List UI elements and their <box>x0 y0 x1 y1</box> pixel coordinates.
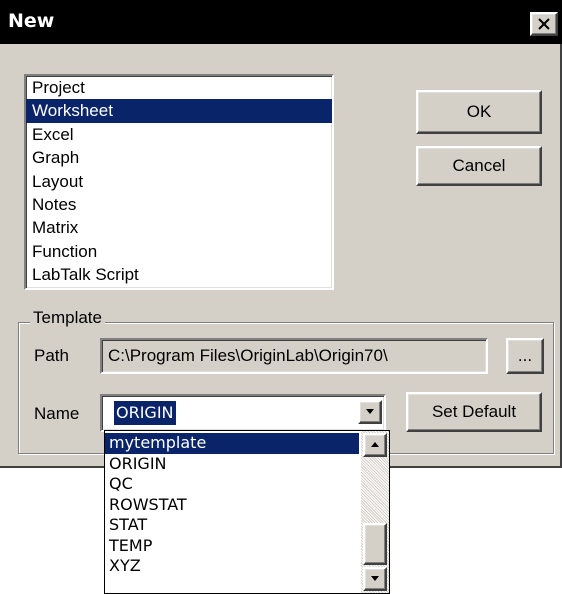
document-type-list[interactable]: Project Worksheet Excel Graph Layout Notes Mat… <box>24 74 334 290</box>
ok-button[interactable]: OK <box>416 90 542 134</box>
template-group-label: Template <box>30 308 105 328</box>
document-type-item[interactable]: Matrix <box>26 216 332 239</box>
document-type-item[interactable]: LabTalk Script <box>26 263 332 286</box>
scroll-up-button[interactable] <box>363 433 387 457</box>
document-type-item[interactable]: Graph <box>26 146 332 169</box>
close-icon <box>538 18 550 30</box>
template-option[interactable]: TEMP <box>105 536 359 557</box>
chevron-down-icon <box>371 576 379 581</box>
template-option[interactable]: ORIGIN <box>105 454 359 475</box>
name-combobox[interactable]: ORIGIN <box>100 394 386 432</box>
window-title: New <box>8 10 55 32</box>
document-type-item[interactable]: Layout <box>26 170 332 193</box>
template-option[interactable]: mytemplate <box>105 433 359 454</box>
template-option[interactable]: ROWSTAT <box>105 495 359 516</box>
template-option[interactable]: XYZ <box>105 556 359 577</box>
chevron-down-icon <box>366 409 374 414</box>
name-combobox-value[interactable]: ORIGIN <box>114 401 176 425</box>
chevron-up-icon <box>371 442 379 447</box>
browse-button[interactable]: ... <box>506 338 544 374</box>
template-dropdown-list[interactable]: mytemplate ORIGIN QC ROWSTAT STAT TEMP XYZ <box>104 430 390 594</box>
cancel-button[interactable]: Cancel <box>416 146 542 186</box>
document-type-item[interactable]: Project <box>26 76 332 99</box>
scroll-down-button[interactable] <box>363 567 387 591</box>
scroll-thumb[interactable] <box>363 523 387 565</box>
title-bar[interactable]: New <box>0 0 562 44</box>
document-type-item[interactable]: Excel <box>26 123 332 146</box>
combobox-dropdown-button[interactable] <box>358 400 382 424</box>
dropdown-scrollbar[interactable] <box>361 431 389 593</box>
document-type-item[interactable]: Notes <box>26 193 332 216</box>
set-default-button[interactable]: Set Default <box>406 392 542 432</box>
path-label: Path <box>34 346 69 365</box>
template-option[interactable]: STAT <box>105 515 359 536</box>
close-button[interactable] <box>530 12 558 36</box>
new-dialog: New Project Worksheet Excel Graph Layout Note… <box>0 0 562 468</box>
name-label: Name <box>34 404 80 423</box>
template-option[interactable]: QC <box>105 474 359 495</box>
document-type-item[interactable]: Function <box>26 240 332 263</box>
path-field: C:\Program Files\OriginLab\Origin70\ <box>100 338 488 374</box>
document-type-item[interactable]: Worksheet <box>26 99 332 123</box>
